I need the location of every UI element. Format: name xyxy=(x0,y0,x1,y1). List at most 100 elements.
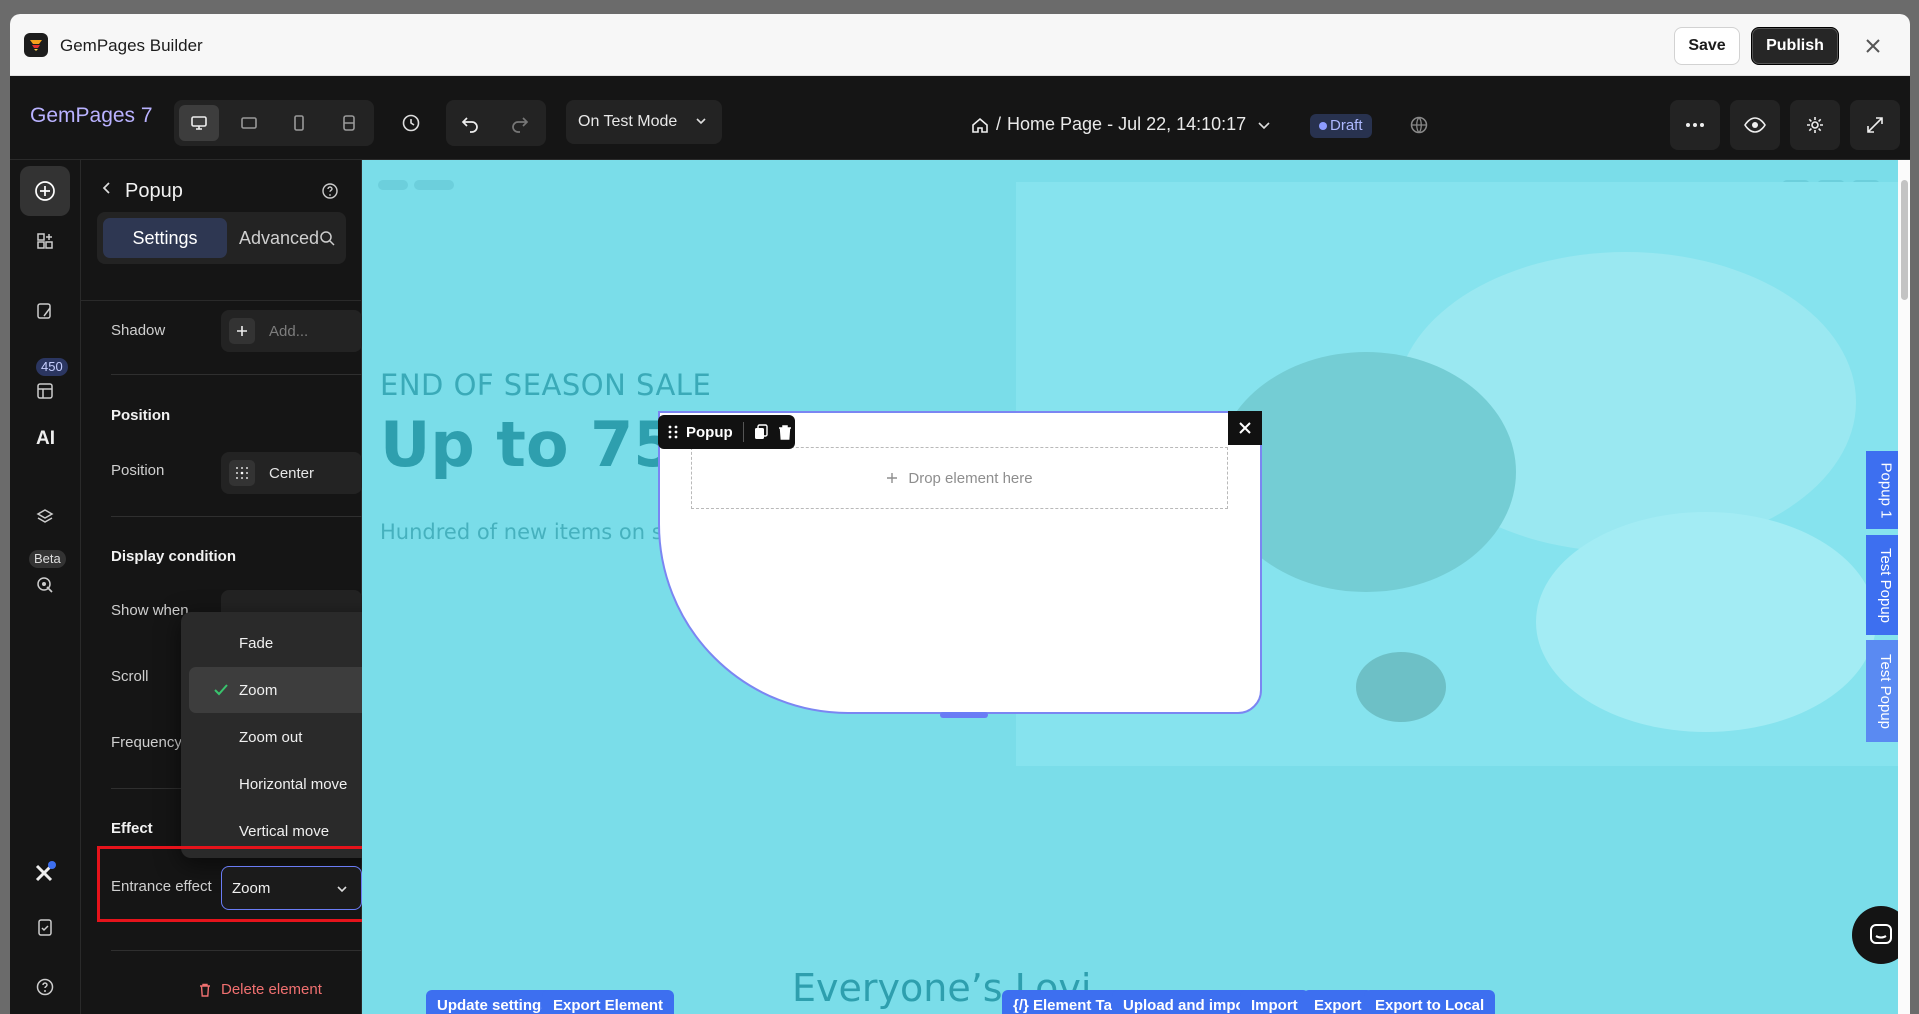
breadcrumb-separator: / xyxy=(996,114,1002,134)
side-tab-label: Test Popup xyxy=(1877,653,1895,729)
apps-icon[interactable] xyxy=(20,216,70,266)
option-horizontal-move[interactable]: Horizontal move xyxy=(189,761,385,807)
popup-toolbar[interactable]: Popup xyxy=(658,415,795,449)
test-mode-label: On Test Mode xyxy=(578,113,678,130)
popup-close-icon[interactable] xyxy=(1228,411,1262,445)
shadow-add-field[interactable]: Add... xyxy=(221,310,362,352)
desktop-icon[interactable] xyxy=(179,105,219,141)
page-name: Home Page - Jul 22, 14:10:17 xyxy=(1007,114,1247,134)
search-icon[interactable] xyxy=(319,230,335,246)
fullscreen-icon[interactable] xyxy=(1850,100,1900,150)
mobile-icon[interactable] xyxy=(279,105,319,141)
divider xyxy=(81,300,362,301)
brand-logo: GemPages 7 xyxy=(30,104,153,127)
settings-gear-icon[interactable] xyxy=(1790,100,1840,150)
tab-settings[interactable]: Settings xyxy=(103,218,227,258)
panel-header: Popup xyxy=(81,160,362,214)
export-element-button[interactable]: Export Element xyxy=(542,990,675,1014)
clipboard-check-icon[interactable] xyxy=(20,902,70,952)
drag-handle-icon[interactable] xyxy=(668,425,678,439)
editor-canvas[interactable]: END OF SEASON SALE Up to 75% O Hundred o… xyxy=(362,160,1910,1014)
check-icon xyxy=(213,683,229,697)
drop-placeholder: Drop element here xyxy=(908,469,1033,487)
plus-icon xyxy=(887,473,898,483)
app-window: GemPages Builder Save Publish GemPages 7 xyxy=(10,14,1910,1014)
templates-icon[interactable] xyxy=(20,366,70,416)
gempages-logo-icon xyxy=(24,33,48,57)
help-icon[interactable] xyxy=(20,962,70,1012)
add-element-icon[interactable] xyxy=(20,166,70,216)
x-integration-icon[interactable] xyxy=(20,848,70,898)
panel-tabs: Settings Advanced xyxy=(97,212,346,264)
shadow-label: Shadow xyxy=(111,322,166,339)
history-icon[interactable] xyxy=(398,110,424,136)
scroll-label: Scroll xyxy=(111,668,149,685)
resize-handle[interactable] xyxy=(940,712,988,718)
option-zoom-out[interactable]: Zoom out xyxy=(189,714,385,760)
delete-label: Delete element xyxy=(221,981,322,998)
drop-zone[interactable]: Drop element here xyxy=(691,447,1228,509)
target-cursor-icon[interactable] xyxy=(20,560,70,610)
grid-dots-icon xyxy=(229,460,255,486)
divider xyxy=(742,422,744,442)
show-when-label: Show when xyxy=(111,602,189,619)
ai-icon[interactable]: AI xyxy=(36,428,55,450)
undo-icon[interactable] xyxy=(456,110,484,136)
device-switcher xyxy=(174,100,374,146)
redo-icon[interactable] xyxy=(506,110,534,136)
side-tab-label: Popup 1 xyxy=(1877,462,1895,518)
page-styles-icon[interactable] xyxy=(20,286,70,336)
display-condition-title: Display condition xyxy=(111,548,237,565)
position-section-title: Position xyxy=(111,407,171,424)
position-label: Position xyxy=(111,462,165,479)
option-fade[interactable]: Fade xyxy=(189,620,385,666)
option-label: Horizontal move xyxy=(239,775,348,793)
position-select[interactable]: Center xyxy=(221,452,362,494)
divider xyxy=(111,950,362,951)
popup-toolbar-label: Popup xyxy=(686,423,733,441)
home-icon xyxy=(970,115,990,135)
responsive-icon[interactable] xyxy=(329,105,369,141)
export-to-local-button[interactable]: Export to Local xyxy=(1364,990,1496,1014)
delete-element-button[interactable]: Delete element xyxy=(197,981,322,998)
canvas-scrollbar[interactable] xyxy=(1898,160,1910,1014)
option-zoom[interactable]: Zoom xyxy=(189,667,385,713)
tab-advanced[interactable]: Advanced xyxy=(233,218,325,258)
frequency-label: Frequency xyxy=(111,734,182,751)
trash-icon[interactable] xyxy=(778,424,792,440)
duplicate-icon[interactable] xyxy=(754,424,768,440)
globe-icon[interactable] xyxy=(1408,114,1430,136)
option-label: Zoom out xyxy=(239,728,303,746)
help-icon[interactable] xyxy=(321,182,339,200)
layers-icon[interactable] xyxy=(20,492,70,542)
export-button[interactable]: Export xyxy=(1303,990,1373,1014)
plus-icon xyxy=(229,318,255,344)
page-selector[interactable]: / Home Page - Jul 22, 14:10:17 xyxy=(970,114,1272,135)
trash-icon xyxy=(200,983,210,997)
update-settings-button[interactable]: Update settings xyxy=(426,990,561,1014)
test-mode-dropdown[interactable]: On Test Mode xyxy=(566,100,722,144)
chevron-down-icon xyxy=(1256,117,1272,133)
left-rail: 450 AI Beta xyxy=(10,160,81,1014)
app-title: GemPages Builder xyxy=(60,36,203,55)
position-value: Center xyxy=(269,464,315,482)
placeholder-bar xyxy=(414,180,454,190)
tablet-icon[interactable] xyxy=(229,105,269,141)
shadow-placeholder: Add... xyxy=(269,322,309,340)
chevron-down-icon xyxy=(694,114,708,128)
import-button[interactable]: Import xyxy=(1240,990,1309,1014)
back-chevron-icon[interactable] xyxy=(99,180,115,196)
divider xyxy=(111,516,362,517)
settings-panel: Popup Settings Advanced Shadow Add... Po… xyxy=(81,160,431,1014)
scrollbar-thumb[interactable] xyxy=(1901,180,1908,300)
preview-eye-icon[interactable] xyxy=(1730,100,1780,150)
divider xyxy=(111,374,362,375)
placeholder-bar xyxy=(378,180,408,190)
publish-button[interactable]: Publish xyxy=(1751,27,1839,65)
effect-section-title: Effect xyxy=(111,820,153,837)
more-options-icon[interactable] xyxy=(1670,100,1720,150)
side-tab-label: Test Popup xyxy=(1877,547,1895,623)
option-label: Fade xyxy=(239,634,274,652)
close-icon[interactable] xyxy=(1862,35,1884,57)
save-button[interactable]: Save xyxy=(1674,27,1740,65)
